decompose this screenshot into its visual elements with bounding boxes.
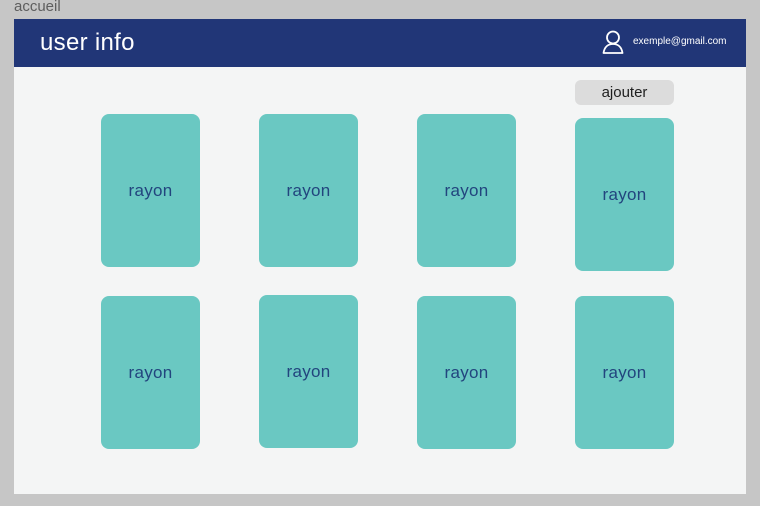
- rayon-tile[interactable]: rayon: [575, 296, 674, 449]
- rayon-tile[interactable]: rayon: [417, 296, 516, 449]
- app-frame: user info exemple@gmail.com ajouter rayo…: [14, 19, 746, 494]
- rayon-tile-label: rayon: [128, 362, 173, 382]
- rayon-tile-label: rayon: [444, 362, 489, 382]
- user-email[interactable]: exemple@gmail.com: [633, 36, 727, 48]
- rayon-tile[interactable]: rayon: [101, 296, 200, 449]
- header-bar: user info exemple@gmail.com: [14, 19, 746, 67]
- rayon-tile[interactable]: rayon: [101, 114, 200, 267]
- rayon-tile[interactable]: rayon: [259, 114, 358, 267]
- user-icon[interactable]: [602, 30, 624, 54]
- add-button[interactable]: ajouter: [575, 80, 674, 105]
- page-label: accueil: [14, 0, 61, 15]
- rayon-tile-label: rayon: [128, 180, 173, 200]
- rayon-tile[interactable]: rayon: [575, 118, 674, 271]
- header-title: user info: [40, 29, 135, 56]
- rayon-tile-label: rayon: [602, 362, 647, 382]
- rayon-tile-label: rayon: [602, 184, 647, 204]
- rayon-tile[interactable]: rayon: [417, 114, 516, 267]
- rayon-tile-label: rayon: [286, 180, 331, 200]
- rayon-tile-label: rayon: [286, 361, 331, 381]
- rayon-tile-label: rayon: [444, 180, 489, 200]
- rayon-tile[interactable]: rayon: [259, 295, 358, 448]
